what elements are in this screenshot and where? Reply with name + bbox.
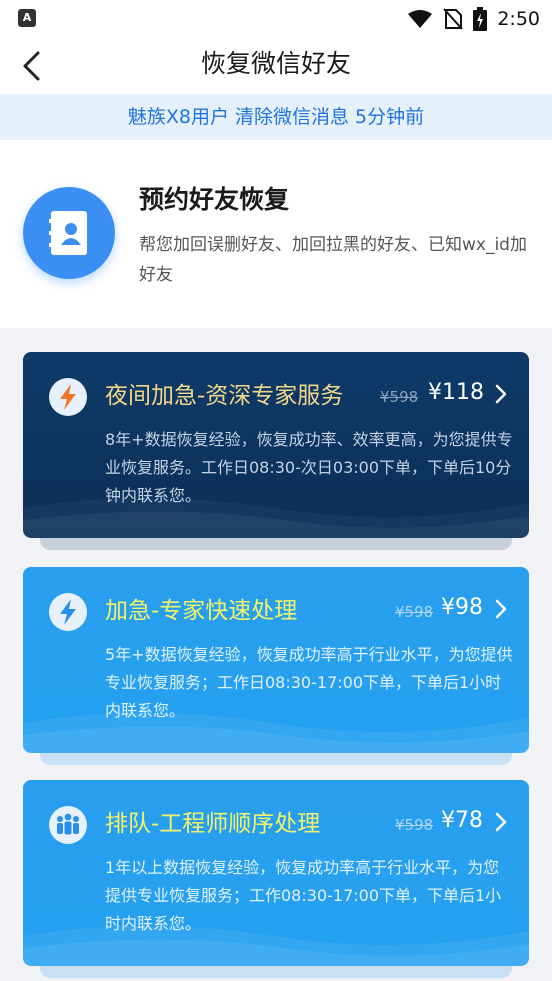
clock: 2:50 [497, 8, 540, 30]
service-description: 5年+数据恢复经验，恢复成功率高于行业水平，为您提供专业恢复服务；工作日08:3… [105, 645, 513, 720]
lightning-icon [49, 593, 87, 631]
original-price: ¥598 [395, 603, 434, 621]
service-card-queue[interactable]: 排队-工程师顺序处理 ¥598 ¥78 1年以上数据恢复经验，恢复成功率高于行业… [23, 780, 529, 966]
contacts-avatar [23, 187, 115, 279]
service-description: 8年+数据恢复经验，恢复成功率、效率更高，为您提供专业恢复服务。工作日08:30… [105, 430, 513, 505]
service-card-express[interactable]: 加急-专家快速处理 ¥598 ¥98 5年+数据恢复经验，恢复成功率高于行业水平… [23, 567, 529, 753]
people-icon [49, 806, 87, 844]
lightning-icon [49, 378, 87, 416]
wifi-icon [408, 10, 433, 28]
chevron-right-icon [495, 812, 507, 832]
chevron-right-icon [495, 384, 507, 404]
app-notification-icon: A [18, 9, 36, 27]
status-bar: A 2:50 [0, 0, 552, 38]
service-price: ¥118 [428, 380, 484, 405]
page-title: 恢复微信好友 [200, 49, 351, 78]
no-sim-icon [443, 8, 464, 30]
service-title: 排队-工程师顺序处理 [105, 811, 321, 837]
service-price: ¥98 [441, 595, 483, 620]
notice-banner: 魅族X8用户 清除微信消息 5分钟前 [0, 94, 552, 140]
service-title: 夜间加急-资深专家服务 [105, 383, 344, 409]
service-price: ¥78 [441, 808, 483, 833]
intro-description: 帮您加回误删好友、加回拉黑的好友、已知wx_id加好友 [139, 235, 527, 285]
intro-section: 预约好友恢复 帮您加回误删好友、加回拉黑的好友、已知wx_id加好友 [0, 140, 552, 328]
status-icons: 2:50 [407, 6, 540, 32]
service-description: 1年以上数据恢复经验，恢复成功率高于行业水平，为您提供专业恢复服务；工作08:3… [105, 858, 502, 933]
service-card-night-express[interactable]: 夜间加急-资深专家服务 ¥598 ¥118 8年+数据恢复经验，恢复成功率、效率… [23, 352, 529, 538]
intro-title: 预约好友恢复 [139, 185, 290, 214]
original-price: ¥598 [395, 816, 434, 834]
battery-charging-icon [473, 7, 488, 31]
nav-bar: 恢复微信好友 [0, 38, 552, 94]
original-price: ¥598 [380, 388, 419, 406]
contact-book-icon [49, 211, 87, 255]
service-title: 加急-专家快速处理 [105, 598, 298, 624]
chevron-right-icon [495, 599, 507, 619]
